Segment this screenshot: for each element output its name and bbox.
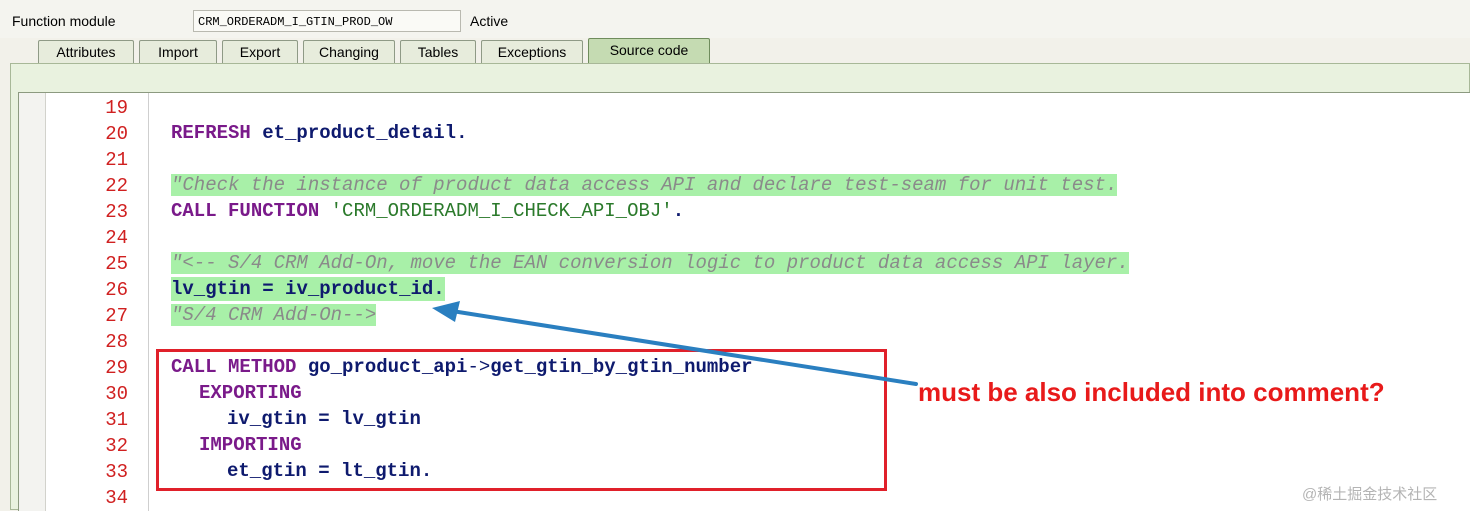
- line-number: 21: [105, 149, 128, 171]
- line-number: 26: [105, 279, 128, 301]
- header-bar: Function module CRM_ORDERADM_I_GTIN_PROD…: [0, 0, 1470, 38]
- line-number: 20: [105, 123, 128, 145]
- code-variable: iv_product_id: [285, 278, 434, 300]
- function-module-label: Function module: [12, 13, 116, 29]
- code-line-26: lv_gtin = iv_product_id.: [171, 277, 445, 301]
- code-line-23: CALL FUNCTION 'CRM_ORDERADM_I_CHECK_API_…: [171, 199, 684, 223]
- line-number: 34: [105, 487, 128, 509]
- code-variable: et_product_detail: [250, 122, 457, 144]
- line-number: 25: [105, 253, 128, 275]
- tab-exceptions[interactable]: Exceptions: [481, 40, 583, 63]
- tab-strip: Attributes Import Export Changing Tables…: [0, 38, 1470, 64]
- code-comment: "Check the instance of product data acce…: [171, 174, 1118, 196]
- code-comment: "<-- S/4 CRM Add-On, move the EAN conver…: [171, 252, 1129, 274]
- code-keyword: REFRESH: [171, 122, 251, 144]
- line-number: 24: [105, 227, 128, 249]
- line-number: 30: [105, 383, 128, 405]
- code-line-27: "S/4 CRM Add-On-->: [171, 303, 377, 327]
- line-number: 22: [105, 175, 128, 197]
- editor-marker-bar: [19, 93, 46, 511]
- code-keyword: CALL FUNCTION: [171, 200, 320, 222]
- line-number: 32: [105, 435, 128, 457]
- code-punct: .: [456, 122, 468, 144]
- line-number: 23: [105, 201, 128, 223]
- line-number: 27: [105, 305, 128, 327]
- code-line-25: "<-- S/4 CRM Add-On, move the EAN conver…: [171, 251, 1129, 275]
- tab-source-code[interactable]: Source code: [588, 38, 710, 63]
- tab-export[interactable]: Export: [222, 40, 298, 63]
- line-number: 19: [105, 97, 128, 119]
- line-number: 28: [105, 331, 128, 353]
- code-string: 'CRM_ORDERADM_I_CHECK_API_OBJ': [319, 200, 673, 222]
- tab-tables[interactable]: Tables: [400, 40, 476, 63]
- annotation-text: must be also included into comment?: [918, 377, 1385, 407]
- code-comment: "S/4 CRM Add-On-->: [171, 304, 377, 326]
- function-module-field[interactable]: CRM_ORDERADM_I_GTIN_PROD_OW: [193, 10, 461, 32]
- code-punct: .: [672, 200, 685, 222]
- code-punct: .: [433, 278, 445, 300]
- watermark: @稀土掘金技术社区: [1302, 486, 1438, 503]
- code-line-20: REFRESH et_product_detail.: [171, 121, 467, 145]
- code-operator: =: [250, 278, 286, 300]
- code-variable: lv_gtin: [171, 278, 251, 300]
- tab-import[interactable]: Import: [139, 40, 217, 63]
- line-number: 31: [105, 409, 128, 431]
- status-label: Active: [470, 13, 509, 29]
- tab-attributes[interactable]: Attributes: [38, 40, 134, 63]
- line-number: 33: [105, 461, 128, 483]
- highlight-box: [156, 349, 887, 491]
- line-number-gutter: 19 20 21 22 23 24 25 26 27 28 29 30 31 3…: [46, 93, 149, 511]
- code-line-22: "Check the instance of product data acce…: [171, 173, 1118, 197]
- line-number: 29: [105, 357, 128, 379]
- tab-changing[interactable]: Changing: [303, 40, 395, 63]
